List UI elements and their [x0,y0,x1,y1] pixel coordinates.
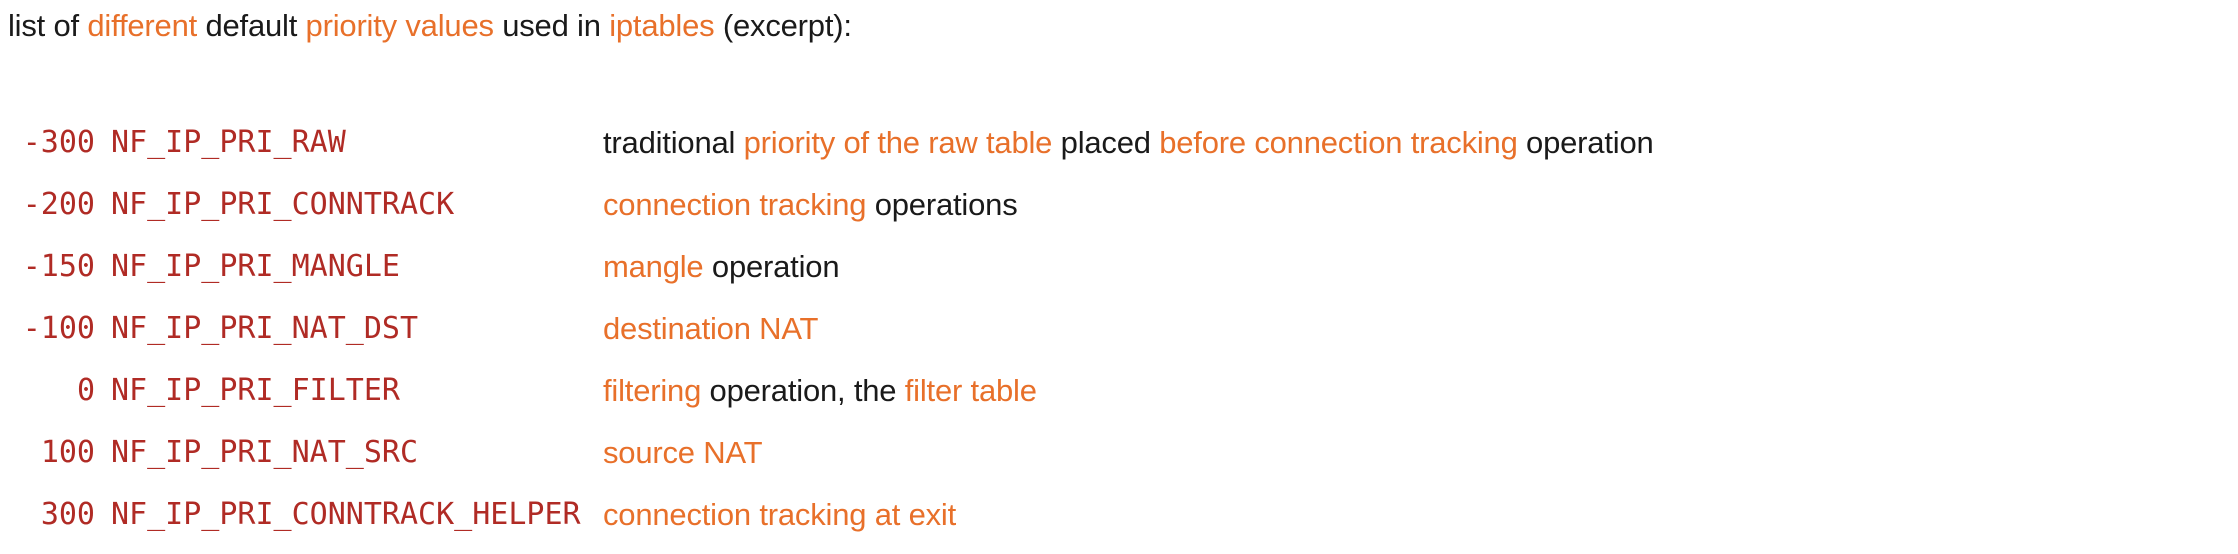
desc-2-segment-0: mangle [603,249,704,284]
table-row: 100 NF_IP_PRI_NAT_SRC source NAT [0,432,2238,474]
priority-description: traditional priority of the raw table pl… [603,122,1654,164]
table-row: 0 NF_IP_PRI_FILTER filtering operation, th… [0,370,2238,412]
desc-1-segment-0: connection tracking [603,187,867,222]
table-row: -150 NF_IP_PRI_MANGLE mangle operation [0,246,2238,288]
priority-value: 0 [76,373,95,408]
priority-value: -300 [22,125,95,160]
priority-value: 300 [40,497,95,532]
priority-constant: NF_IP_PRI_CONNTRACK_HELPER [111,497,581,532]
intro-sentence: list of different default priority value… [8,6,852,46]
desc-0-segment-0: traditional [603,125,744,160]
desc-5-segment-0: source NAT [603,435,763,470]
intro-segment-3: priority values [305,8,494,43]
slide-content: list of different default priority value… [0,0,2238,554]
priority-constant: NF_IP_PRI_NAT_SRC [111,435,419,470]
intro-segment-0: list of [8,8,88,43]
priority-description: mangle operation [603,246,840,288]
desc-2-segment-1: operation [703,249,840,284]
priority-constant: NF_IP_PRI_FILTER [111,373,400,408]
priority-constant: NF_IP_PRI_CONNTRACK [111,187,455,222]
table-row: -300 NF_IP_PRI_RAW traditional priority of… [0,122,2238,164]
intro-segment-5: iptables [609,8,715,43]
desc-0-segment-4: operation [1517,125,1654,160]
table-row: -100 NF_IP_PRI_NAT_DST destination NAT [0,308,2238,350]
desc-4-segment-1: operation, the [701,373,905,408]
table-row: 300 NF_IP_PRI_CONNTRACK_HELPER connection … [0,494,2238,536]
intro-segment-6: (excerpt): [714,8,852,43]
priority-value: -200 [22,187,95,222]
intro-segment-2: default [197,8,306,43]
priority-constant: NF_IP_PRI_MANGLE [111,249,400,284]
priority-description: connection tracking operations [603,184,1018,226]
desc-6-segment-0: connection tracking at exit [603,497,957,532]
priority-description: destination NAT [603,308,818,350]
desc-3-segment-0: destination NAT [603,311,819,346]
priority-value: -150 [22,249,95,284]
priority-value: 100 [40,435,95,470]
priority-description: source NAT [603,432,763,474]
priority-description: connection tracking at exit [603,494,956,536]
desc-1-segment-1: operations [866,187,1018,222]
priority-value: -100 [22,311,95,346]
table-row: -200 NF_IP_PRI_CONNTRACK connection tracki… [0,184,2238,226]
desc-0-segment-3: before connection tracking [1159,125,1518,160]
intro-segment-4: used in [493,8,610,43]
desc-4-segment-2: filter table [904,373,1037,408]
priority-constant: NF_IP_PRI_NAT_DST [111,311,419,346]
priority-table: -300 NF_IP_PRI_RAW traditional priority of… [0,122,2238,554]
priority-constant: NF_IP_PRI_RAW [111,125,346,160]
desc-4-segment-0: filtering [603,373,702,408]
desc-0-segment-1: priority of the raw table [743,125,1053,160]
intro-segment-1: different [87,8,198,43]
desc-0-segment-2: placed [1052,125,1160,160]
priority-description: filtering operation, the filter table [603,370,1037,412]
